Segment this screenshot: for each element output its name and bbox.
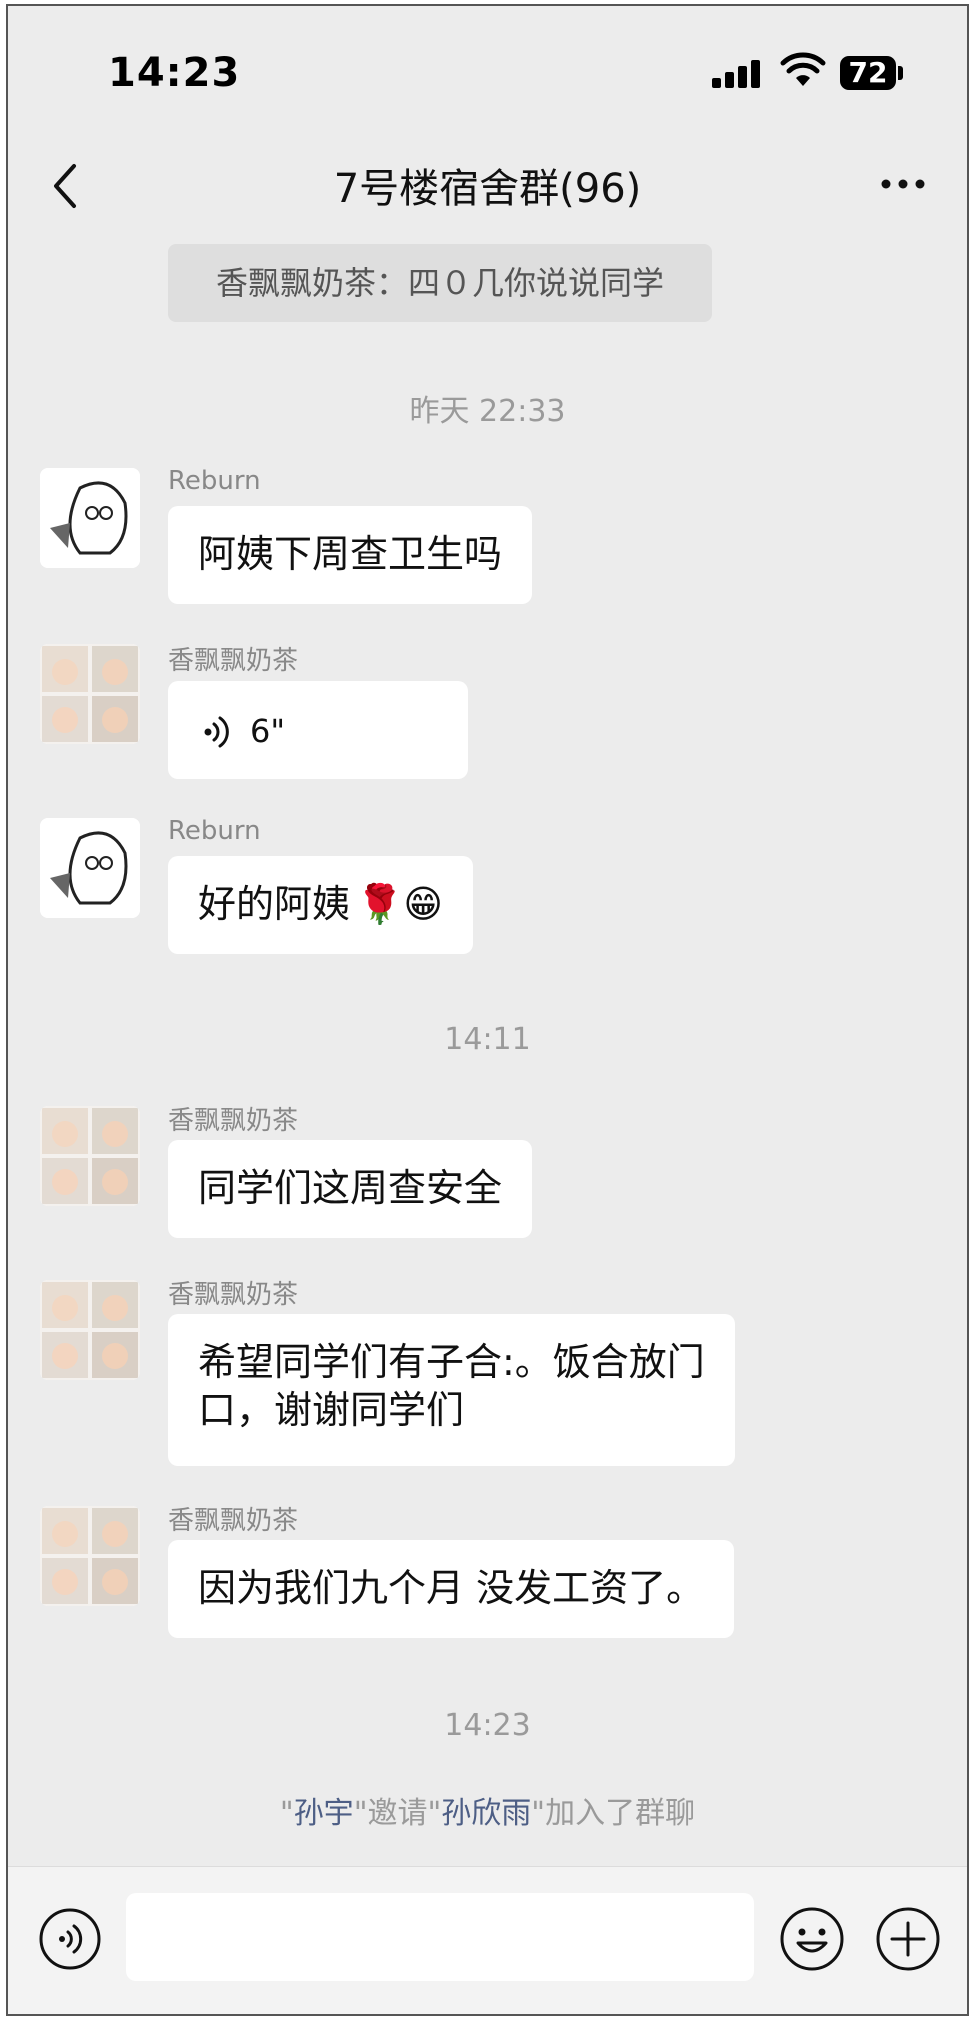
battery-icon (898, 66, 903, 80)
message-input[interactable] (126, 1893, 754, 1981)
invitee-name-link[interactable]: 孙欣雨 (441, 1796, 531, 1831)
avatar[interactable] (40, 1506, 140, 1606)
battery-level: 72 (840, 56, 896, 90)
message-emoji: 🌹😁 (356, 882, 443, 926)
voice-wave-icon (204, 716, 229, 747)
sender-name: Reburn (168, 466, 261, 496)
message-text: 好的阿姨 (198, 882, 351, 926)
timestamp: 14:11 (444, 1022, 531, 1057)
chat-screen: 14:23 72 7号楼宿舍群(96) 香飘飘奶茶：四０几你说说同学 昨天 22… (6, 4, 969, 2016)
voice-message-bubble[interactable]: 6" (168, 681, 468, 779)
signal-icon (712, 58, 762, 88)
chat-title: 7号楼宿舍群(96) (333, 166, 642, 212)
wifi-icon (780, 52, 826, 86)
more-dots-icon[interactable] (878, 174, 928, 194)
avatar[interactable] (40, 644, 140, 744)
chat-header: 7号楼宿舍群(96) (8, 136, 967, 236)
avatar[interactable] (40, 468, 140, 568)
avatar[interactable] (40, 1280, 140, 1380)
system-message: "孙宇"邀请"孙欣雨"加入了群聊 (279, 1796, 696, 1831)
sender-name: 香飘飘奶茶 (168, 1506, 299, 1536)
avatar[interactable] (40, 1106, 140, 1206)
timestamp: 14:23 (444, 1708, 531, 1743)
message-bubble[interactable]: 阿姨下周查卫生吗 (168, 506, 533, 604)
message-text-line: 希望同学们有子合:。饭合放门 (198, 1340, 705, 1384)
avatar[interactable] (40, 818, 140, 918)
sender-name: 香飘飘奶茶 (168, 1280, 299, 1310)
pinned-message-banner[interactable]: 香飘飘奶茶：四０几你说说同学 (168, 244, 712, 322)
voice-duration: 6" (250, 712, 286, 750)
status-time: 14:23 (108, 50, 241, 96)
emoji-icon[interactable] (778, 1905, 846, 1973)
message-bubble[interactable]: 好的阿姨 🌹😁 (168, 856, 473, 954)
message-bubble[interactable]: 同学们这周查安全 (168, 1140, 533, 1238)
inviter-name-link[interactable]: 孙宇 (294, 1796, 354, 1831)
input-bar (8, 1866, 967, 2014)
status-bar: 14:23 72 (8, 6, 967, 136)
message-text-line: 口，谢谢同学们 (198, 1388, 465, 1432)
sender-name: Reburn (168, 816, 261, 846)
sender-name: 香飘飘奶茶 (168, 646, 299, 676)
message-bubble[interactable]: 因为我们九个月 没发工资了。 (168, 1540, 735, 1638)
sender-name: 香飘飘奶茶 (168, 1106, 299, 1136)
message-bubble[interactable]: 希望同学们有子合:。饭合放门 口，谢谢同学们 (168, 1314, 735, 1466)
timestamp: 昨天 22:33 (409, 394, 566, 429)
voice-icon[interactable] (38, 1907, 102, 1971)
plus-icon[interactable] (874, 1905, 942, 1973)
